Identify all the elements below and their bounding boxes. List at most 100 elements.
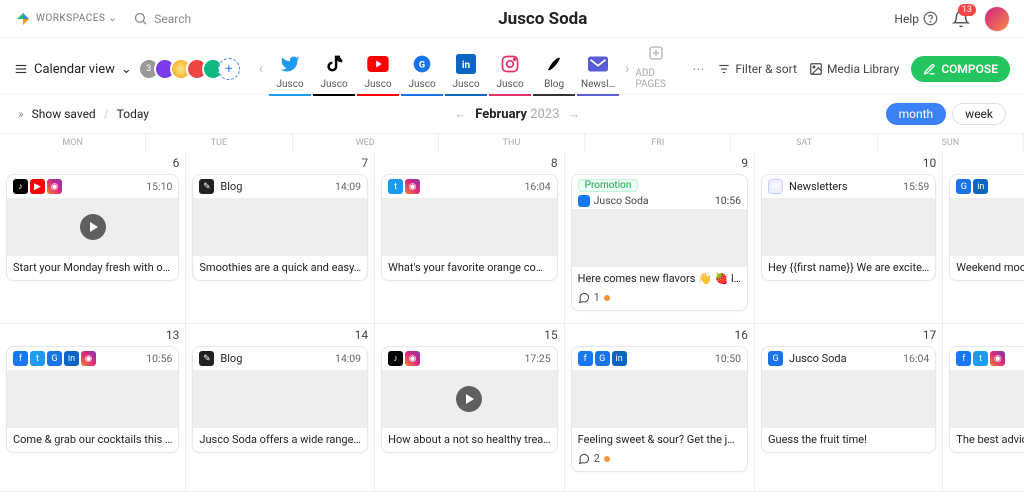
post-card[interactable]: ✎Blog14:09Smoothies are a quick and easy… xyxy=(192,174,368,281)
card-caption: Come & grab our cocktails this … xyxy=(7,428,178,452)
ig-icon xyxy=(499,53,521,75)
month-navigator: ← February 2023 → xyxy=(149,106,886,122)
calendar-cell[interactable]: 16fGin10:50Feeling sweet & sour? Get the… xyxy=(565,324,755,492)
gb-icon: G xyxy=(956,179,971,194)
page-title: Jusco Soda xyxy=(191,9,894,29)
ig-icon: ◉ xyxy=(81,351,96,366)
post-card[interactable]: ✉Newsletters15:59Hey {{first name}} We a… xyxy=(761,174,936,281)
calendar-cell[interactable]: 15♪◉17:25How about a not so healthy trea… xyxy=(375,324,565,492)
play-icon xyxy=(80,214,106,240)
comment-count: 1 xyxy=(594,291,600,304)
post-card[interactable]: ftGin◉10:56Come & grab our cocktails thi… xyxy=(6,346,179,453)
card-caption: Guess the fruit time! xyxy=(762,428,935,452)
fb-icon: f xyxy=(13,351,28,366)
play-icon xyxy=(456,386,482,412)
post-card[interactable]: ✎Blog14:09Jusco Soda offers a wide range… xyxy=(192,346,368,453)
dow-header: TUE xyxy=(146,134,292,152)
day-number: 13 xyxy=(6,328,179,342)
post-card[interactable]: fGin10:50Feeling sweet & sour? Get the j… xyxy=(571,346,748,472)
compose-icon xyxy=(923,63,936,76)
channel-tab-bl[interactable]: Blog xyxy=(533,53,575,96)
dow-header: THU xyxy=(439,134,585,152)
card-label: Blog xyxy=(220,352,242,365)
post-card[interactable]: PromotionJusco Soda10:56Here comes new f… xyxy=(571,174,748,311)
add-collaborator-button[interactable]: + xyxy=(218,58,240,80)
notifications-badge: 13 xyxy=(958,4,976,16)
channels-next-button[interactable]: › xyxy=(621,61,633,77)
search-input[interactable]: Search xyxy=(133,11,191,26)
card-label: Blog xyxy=(220,180,242,193)
calendar-cell[interactable]: 11Gin10:58Weekend mood is brunch mood… xyxy=(943,152,1024,324)
today-button[interactable]: Today xyxy=(117,107,149,121)
more-menu-button[interactable]: ⋯ xyxy=(692,62,705,76)
status-dot xyxy=(604,295,610,301)
view-toggle: month week xyxy=(886,103,1006,125)
calendar-view-dropdown[interactable]: Calendar view ⌄ xyxy=(14,62,132,77)
post-card[interactable]: ft◉10:50The best advice: try starting yo… xyxy=(949,346,1024,453)
calendar-cell[interactable]: 8t◉16:04What's your favorite orange co… xyxy=(375,152,565,324)
app-logo[interactable] xyxy=(14,10,32,28)
calendar-cell[interactable]: 9PromotionJusco Soda10:56Here comes new … xyxy=(565,152,755,324)
calendar-cell[interactable]: 13ftGin◉10:56Come & grab our cocktails t… xyxy=(0,324,186,492)
card-image xyxy=(950,370,1024,428)
card-image xyxy=(7,198,178,256)
next-month-button[interactable]: → xyxy=(567,106,580,122)
day-number: 18 xyxy=(949,328,1024,342)
fb-icon: f xyxy=(956,351,971,366)
post-card[interactable]: Gin10:58Weekend mood is brunch mood… xyxy=(949,174,1024,281)
calendar-cell[interactable]: 14✎Blog14:09Jusco Soda offers a wide ran… xyxy=(186,324,375,492)
calendar-cell[interactable]: 6 ♪▶◉15:10Start your Monday fresh with o… xyxy=(0,152,186,324)
workspaces-dropdown[interactable]: WORKSPACES ⌄ xyxy=(36,13,117,24)
filter-sort-button[interactable]: Filter & sort xyxy=(717,62,797,76)
channel-tab-yt[interactable]: Jusco xyxy=(357,53,399,96)
tw-icon: t xyxy=(388,179,403,194)
post-card[interactable]: ♪◉17:25How about a not so healthy trea… xyxy=(381,346,558,453)
card-time: 16:04 xyxy=(524,180,550,193)
user-avatar[interactable] xyxy=(984,6,1010,32)
show-saved-button[interactable]: Show saved xyxy=(32,107,96,121)
tk-icon: ♪ xyxy=(388,351,403,366)
tw-icon xyxy=(279,53,301,75)
card-caption: The best advice: try starting yo… xyxy=(950,428,1024,452)
post-card[interactable]: t◉16:04What's your favorite orange co… xyxy=(381,174,558,281)
compose-button[interactable]: COMPOSE xyxy=(911,56,1010,82)
channel-tab-tw[interactable]: Jusco xyxy=(269,53,311,96)
expand-icon[interactable]: » xyxy=(18,107,24,121)
card-source: Jusco Soda xyxy=(594,194,649,207)
dow-header: FRI xyxy=(585,134,731,152)
day-number: 17 xyxy=(761,328,936,342)
day-number: 9 xyxy=(571,156,748,170)
gb-icon: G xyxy=(768,351,783,366)
card-time: 15:10 xyxy=(146,180,172,193)
channels-prev-button[interactable]: ‹ xyxy=(255,61,267,77)
media-library-button[interactable]: Media Library xyxy=(809,62,899,76)
nl-icon xyxy=(587,53,609,75)
add-pages-button[interactable]: ADD PAGES xyxy=(635,42,677,96)
comment-icon xyxy=(578,292,590,304)
day-number: 6 xyxy=(6,156,179,170)
help-link[interactable]: Help xyxy=(894,11,938,26)
search-placeholder: Search xyxy=(154,12,191,26)
card-image xyxy=(193,198,367,256)
calendar-cell[interactable]: 7 ✎Blog14:09Smoothies are a quick and eas… xyxy=(186,152,375,324)
channel-tab-nl[interactable]: Newsl… xyxy=(577,53,619,96)
collaborator-facepile[interactable]: 3 + xyxy=(144,58,240,80)
card-time: 10:50 xyxy=(715,352,741,365)
channel-tab-tk[interactable]: Jusco xyxy=(313,53,355,96)
notifications-button[interactable]: 13 xyxy=(952,10,970,28)
channel-tab-ig[interactable]: Jusco xyxy=(489,53,531,96)
channel-tab-gb[interactable]: GJusco xyxy=(401,53,443,96)
week-view-button[interactable]: week xyxy=(952,103,1006,125)
comment-count: 2 xyxy=(594,452,600,465)
card-time: 10:56 xyxy=(146,352,172,365)
day-number: 7 xyxy=(192,156,368,170)
month-view-button[interactable]: month xyxy=(886,103,947,125)
calendar-cell[interactable]: 10✉Newsletters15:59Hey {{first name}} We… xyxy=(755,152,943,324)
calendar-cell[interactable]: 18 ft◉10:50The best advice: try starting … xyxy=(943,324,1024,492)
post-card[interactable]: ♪▶◉15:10Start your Monday fresh with o… xyxy=(6,174,179,281)
prev-month-button[interactable]: ← xyxy=(454,106,467,122)
card-image xyxy=(572,209,747,267)
calendar-cell[interactable]: 17 GJusco Soda16:04Guess the fruit time! xyxy=(755,324,943,492)
post-card[interactable]: GJusco Soda16:04Guess the fruit time! xyxy=(761,346,936,453)
channel-tab-li[interactable]: inJusco xyxy=(445,53,487,96)
